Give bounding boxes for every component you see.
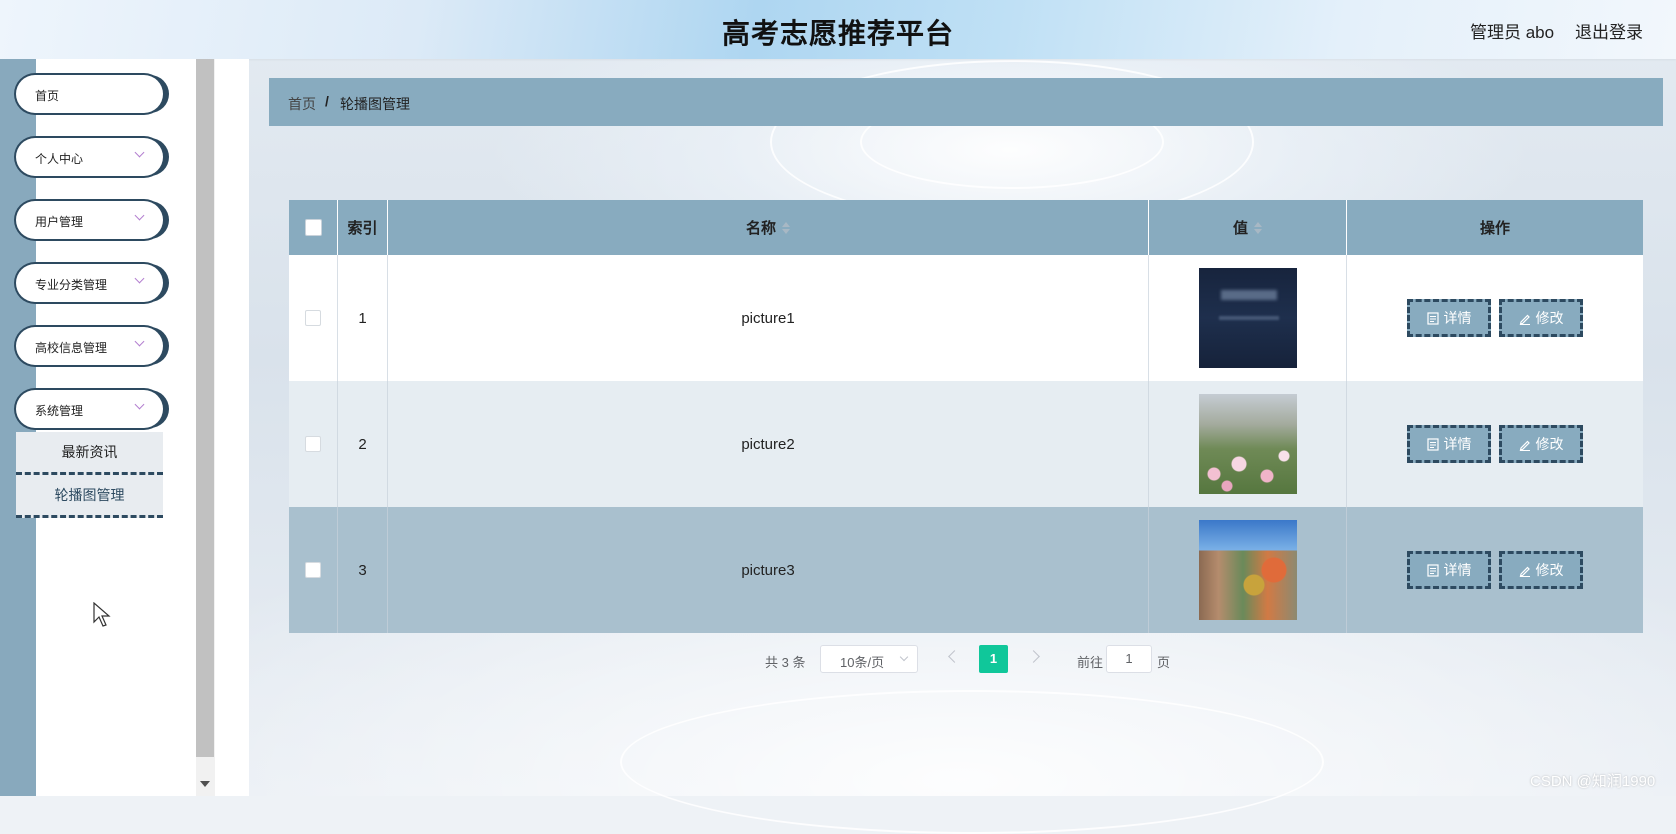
row-index: 3 — [338, 507, 388, 633]
header-actions: 操作 — [1347, 200, 1643, 255]
sidebar-subitem-news[interactable]: 最新资讯 — [16, 432, 163, 475]
row-actions: 详情 修改 — [1347, 507, 1643, 633]
edit-button-label: 修改 — [1535, 562, 1564, 578]
scroll-down-arrow-icon[interactable] — [200, 781, 210, 787]
sort-icon[interactable] — [1254, 221, 1262, 234]
sidebar-item-label: 专业分类管理 — [35, 278, 108, 292]
column-label: 值 — [1232, 220, 1248, 237]
sidebar-item-user-management[interactable]: 用户管理 — [16, 201, 163, 239]
sidebar-subitem-carousel[interactable]: 轮播图管理 — [16, 475, 163, 518]
breadcrumb-current: 轮播图管理 — [340, 96, 410, 112]
detail-button[interactable]: 详情 — [1407, 299, 1491, 337]
edit-button[interactable]: 修改 — [1499, 551, 1583, 589]
chevron-down-icon — [134, 336, 145, 347]
row-image-cell — [1149, 381, 1347, 507]
campus-flowers-image — [1198, 394, 1297, 494]
sidebar-item-major-category[interactable]: 专业分类管理 — [16, 264, 163, 302]
chevron-down-icon — [134, 399, 145, 410]
detail-button-label: 详情 — [1443, 436, 1472, 452]
row-select-cell — [289, 507, 338, 633]
edit-button[interactable]: 修改 — [1499, 299, 1583, 337]
header-value[interactable]: 值 — [1149, 200, 1347, 255]
goto-label: 前往 — [1077, 655, 1104, 670]
chevron-down-icon — [134, 147, 145, 158]
edit-button-label: 修改 — [1535, 436, 1564, 452]
decor-ring — [620, 690, 1324, 834]
sidebar-item-label: 用户管理 — [35, 215, 84, 229]
row-actions: 详情 修改 — [1347, 255, 1643, 381]
pencil-icon — [1519, 440, 1530, 451]
scrollbar-thumb[interactable] — [196, 59, 214, 757]
row-index: 1 — [338, 255, 388, 381]
document-icon — [1426, 311, 1439, 325]
page-suffix-label: 页 — [1157, 655, 1171, 670]
current-user: 管理员 abo — [1470, 23, 1555, 42]
column-label: 索引 — [347, 220, 378, 237]
row-image-cell — [1149, 255, 1347, 381]
page-size-select[interactable]: 10条/页 — [820, 645, 918, 673]
header-name[interactable]: 名称 — [388, 200, 1149, 255]
row-index: 2 — [338, 381, 388, 507]
row-image-cell — [1149, 507, 1347, 633]
row-actions: 详情 修改 — [1347, 381, 1643, 507]
page-size-value: 10条/页 — [840, 655, 885, 670]
table-row: 1 picture1 详情 修改 — [289, 255, 1643, 381]
sort-icon[interactable] — [782, 221, 790, 234]
edit-button-label: 修改 — [1535, 310, 1564, 326]
row-name: picture3 — [388, 507, 1149, 633]
row-name: picture2 — [388, 381, 1149, 507]
document-icon — [1426, 563, 1439, 577]
select-all-checkbox[interactable] — [304, 219, 322, 236]
sidebar-item-college-info[interactable]: 高校信息管理 — [16, 327, 163, 365]
row-checkbox[interactable] — [305, 562, 321, 578]
pencil-icon — [1519, 566, 1530, 577]
table-row: 3 picture3 详情 修改 — [289, 507, 1643, 633]
row-checkbox[interactable] — [305, 436, 321, 452]
breadcrumb: 首页 / 轮播图管理 — [269, 78, 1663, 126]
goto-page-input[interactable]: 1 — [1106, 645, 1152, 673]
detail-button-label: 详情 — [1443, 310, 1472, 326]
chevron-down-icon — [134, 210, 145, 221]
watermark: CSDN @知润1990 — [1530, 773, 1656, 790]
detail-button[interactable]: 详情 — [1407, 425, 1491, 463]
detail-button-label: 详情 — [1443, 562, 1472, 578]
table-row: 2 picture2 详情 修改 — [289, 381, 1643, 507]
chevron-down-icon — [134, 273, 145, 284]
sidebar-item-label: 首页 — [35, 89, 60, 103]
header-index: 索引 — [338, 200, 388, 255]
sidebar-scrollbar[interactable] — [196, 59, 215, 796]
logout-link[interactable]: 退出登录 — [1575, 18, 1643, 43]
row-checkbox[interactable] — [305, 310, 321, 326]
sidebar-item-label: 高校信息管理 — [35, 341, 108, 355]
breadcrumb-separator: / — [325, 93, 329, 109]
chevron-down-icon — [899, 652, 909, 662]
sidebar-item-personal-center[interactable]: 个人中心 — [16, 138, 163, 176]
row-select-cell — [289, 381, 338, 507]
mouse-cursor-icon — [93, 602, 111, 627]
pencil-icon — [1519, 314, 1530, 325]
campus-autumn-image — [1198, 520, 1297, 620]
sidebar-item-home[interactable]: 首页 — [16, 75, 163, 113]
top-header: 高考志愿推荐平台 管理员 abo 退出登录 — [0, 0, 1676, 59]
breadcrumb-home[interactable]: 首页 — [288, 94, 316, 114]
column-label: 名称 — [745, 220, 776, 237]
page-number-current[interactable]: 1 — [979, 645, 1008, 673]
row-select-cell — [289, 255, 338, 381]
detail-button[interactable]: 详情 — [1407, 551, 1491, 589]
document-icon — [1426, 437, 1439, 451]
row-name: picture1 — [388, 255, 1149, 381]
table-header: 索引 名称 值 操作 — [289, 200, 1643, 255]
app-title: 高考志愿推荐平台 — [721, 18, 954, 49]
pagination-total: 共 3 条 — [765, 655, 806, 670]
sidebar-item-system[interactable]: 系统管理 — [16, 390, 163, 428]
header-select-cell — [289, 200, 338, 255]
column-label: 操作 — [1479, 220, 1510, 237]
dark-banner-image — [1198, 268, 1297, 368]
sidebar-item-label: 系统管理 — [35, 404, 84, 418]
edit-button[interactable]: 修改 — [1499, 425, 1583, 463]
sidebar-item-label: 个人中心 — [35, 152, 84, 166]
